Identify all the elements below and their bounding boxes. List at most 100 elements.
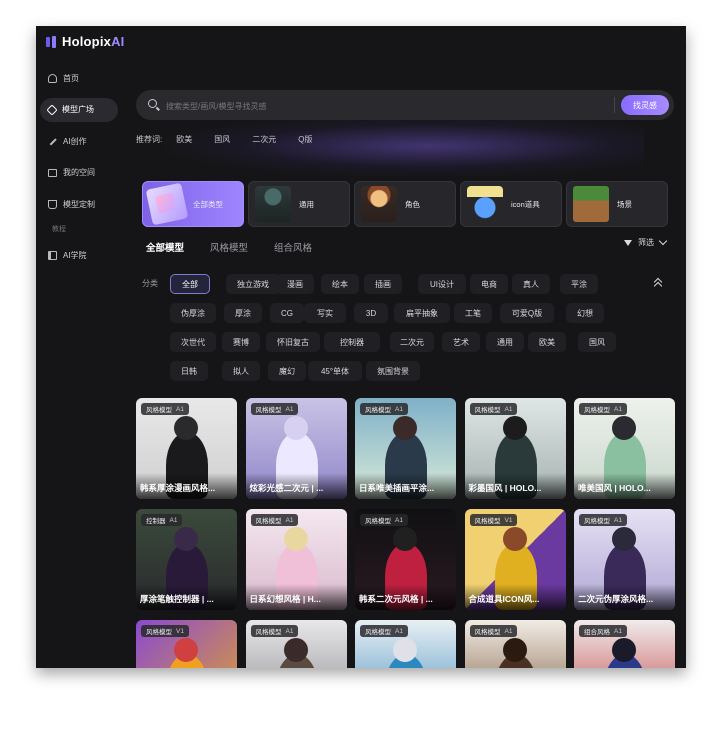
classify-chip[interactable]: 拟人 xyxy=(222,361,260,381)
classify-chip[interactable]: 艺术 xyxy=(442,332,480,352)
character-head xyxy=(283,416,308,440)
model-card-title: 彩墨国风 | HOLO... xyxy=(464,473,566,499)
search-input[interactable] xyxy=(164,96,608,116)
model-type-badge: 控制器 A1 xyxy=(141,514,183,526)
sidebar-item-label: 模型广场 xyxy=(62,105,94,114)
recommend-tag[interactable]: 二次元 xyxy=(252,134,276,145)
classify-chip[interactable]: 独立游戏 xyxy=(226,274,280,294)
model-card[interactable]: 控制器 A1 厚涂笔触控制器 | ... xyxy=(136,509,237,610)
filter-icon xyxy=(624,239,632,246)
recommend-tag[interactable]: 欧美 xyxy=(176,134,192,145)
classify-chip[interactable]: 可爱Q版 xyxy=(500,303,554,323)
category-all-types[interactable]: 全部类型 xyxy=(142,181,244,227)
potion-thumbnail xyxy=(467,186,503,222)
character-head xyxy=(612,638,636,662)
category-general[interactable]: 通用 xyxy=(248,181,350,227)
classify-chip[interactable]: 赛博 xyxy=(222,332,260,352)
app-window: HolopixAI 首页 模型广场 AI创作 我的空间 模型定制 教程 AI学院… xyxy=(36,26,686,668)
classify-chip[interactable]: 氛围背景 xyxy=(366,361,420,381)
folder-icon xyxy=(48,168,57,177)
model-card[interactable]: 风格模型 A1 xyxy=(355,620,456,668)
model-type-badge: 风格模型 A1 xyxy=(360,403,408,415)
classify-chip[interactable]: 绘本 xyxy=(321,274,359,294)
category-icon-props[interactable]: icon道具 xyxy=(460,181,562,227)
model-card[interactable]: 风格模型 A1 xyxy=(464,620,566,668)
classify-chip[interactable]: 二次元 xyxy=(390,332,434,352)
model-card[interactable]: 风格模型 A1 韩系厚涂漫画风格... xyxy=(136,398,237,499)
classify-chip[interactable]: UI设计 xyxy=(418,274,466,294)
model-card-title: 日系唯美插画平涂... xyxy=(355,473,456,499)
sidebar-item-my-space[interactable]: 我的空间 xyxy=(40,161,118,185)
classify-chip[interactable]: 电商 xyxy=(470,274,508,294)
classify-chip[interactable]: 3D xyxy=(354,303,388,323)
sidebar-item-model-square[interactable]: 模型广场 xyxy=(40,97,118,122)
character-head xyxy=(283,527,308,551)
tab-all-models[interactable]: 全部模型 xyxy=(146,240,184,258)
classify-chip[interactable]: 厚涂 xyxy=(224,303,262,323)
category-scene[interactable]: 场景 xyxy=(566,181,668,227)
classify-chip[interactable]: 欧美 xyxy=(528,332,566,352)
tab-style-models[interactable]: 风格模型 xyxy=(210,240,248,258)
classify-chip[interactable]: 国风 xyxy=(578,332,616,352)
logo-icon xyxy=(46,35,56,48)
sidebar-item-ai-create[interactable]: AI创作 xyxy=(40,129,118,153)
recommend-tag[interactable]: Q版 xyxy=(298,134,312,145)
find-inspiration-button[interactable]: 找灵感 xyxy=(621,95,669,115)
category-cards: 全部类型 通用 角色 icon道具 场景 xyxy=(142,181,668,227)
recommend-tag[interactable]: 国风 xyxy=(214,134,230,145)
brand-logo[interactable]: HolopixAI xyxy=(46,34,124,49)
classify-chip[interactable]: 真人 xyxy=(512,274,550,294)
category-character[interactable]: 角色 xyxy=(354,181,456,227)
model-card[interactable]: 风格模型 A1 日系唯美插画平涂... xyxy=(355,398,456,499)
character-head xyxy=(283,638,308,662)
classify-chip[interactable]: 日韩 xyxy=(170,361,208,381)
classify-chip[interactable]: 漫画 xyxy=(276,274,314,294)
model-card-title: 唯美国风 | HOLO... xyxy=(574,473,675,499)
classify-chip[interactable]: 全部 xyxy=(170,274,210,294)
model-card-grid: 风格模型 A1 韩系厚涂漫画风格... 风格模型 A1 炫彩光感二次元 | ... 风格模型… xyxy=(136,398,680,668)
character-head xyxy=(174,527,198,551)
model-card[interactable]: 风格模型 A1 韩系二次元风格 | ... xyxy=(355,509,456,610)
model-card[interactable]: 风格模型 A1 二次元伪厚涂风格... xyxy=(574,509,675,610)
sidebar: HolopixAI 首页 模型广场 AI创作 我的空间 模型定制 教程 AI学院 xyxy=(36,26,124,668)
model-card[interactable]: 风格模型 A1 日系幻想风格 | H... xyxy=(245,509,347,610)
classify-chip[interactable]: 插画 xyxy=(364,274,402,294)
sidebar-item-ai-academy[interactable]: AI学院 xyxy=(40,244,118,268)
classify-chip[interactable]: 平涂 xyxy=(560,274,598,294)
filter-button[interactable]: 筛选 xyxy=(624,236,668,248)
classify-chip[interactable]: 控制器 xyxy=(324,332,380,352)
classify-chip[interactable]: 工笔 xyxy=(454,303,492,323)
classify-chip[interactable]: CG xyxy=(270,303,304,323)
model-type-badge: 风格模型 A1 xyxy=(579,403,627,415)
classify-chip[interactable]: 通用 xyxy=(486,332,524,352)
classify-chip[interactable]: 写实 xyxy=(304,303,346,323)
classify-chip[interactable]: 伪厚涂 xyxy=(170,303,216,323)
model-card-title: 炫彩光感二次元 | ... xyxy=(245,473,347,499)
scene-thumbnail xyxy=(573,186,609,222)
sidebar-item-model-custom[interactable]: 模型定制 xyxy=(40,192,118,216)
model-card-title: 日系幻想风格 | H... xyxy=(245,584,347,610)
classify-chip[interactable]: 怀旧复古 xyxy=(266,332,320,352)
sidebar-item-label: 我的空间 xyxy=(63,168,95,177)
classify-chip[interactable]: 幻想 xyxy=(566,303,604,323)
badge-type: 风格模型 xyxy=(474,629,501,636)
model-card[interactable]: 风格模型 A1 唯美国风 | HOLO... xyxy=(574,398,675,499)
classify-chip[interactable]: 45°单体 xyxy=(308,361,362,381)
badge-version: A1 xyxy=(614,405,622,413)
search-bar: 找灵感 xyxy=(136,90,674,120)
badge-version: A1 xyxy=(614,627,622,635)
home-icon xyxy=(48,73,57,83)
sidebar-item-home[interactable]: 首页 xyxy=(40,66,118,90)
model-card[interactable]: 风格模型 V1 合成道具ICON风... xyxy=(464,509,566,610)
model-card[interactable]: 组合风格 A1 xyxy=(574,620,675,668)
model-card[interactable]: 风格模型 A1 xyxy=(245,620,347,668)
classify-chip[interactable]: 次世代 xyxy=(170,332,216,352)
magic-wand-icon xyxy=(48,137,57,146)
classify-chip[interactable]: 魔幻 xyxy=(268,361,306,381)
tab-combo-styles[interactable]: 组合风格 xyxy=(274,240,312,258)
model-card[interactable]: 风格模型 V1 xyxy=(136,620,237,668)
model-card[interactable]: 风格模型 A1 炫彩光感二次元 | ... xyxy=(245,398,347,499)
model-card[interactable]: 风格模型 A1 彩墨国风 | HOLO... xyxy=(464,398,566,499)
classify-chip[interactable]: 扁平抽象 xyxy=(394,303,450,323)
badge-version: V1 xyxy=(504,516,513,524)
